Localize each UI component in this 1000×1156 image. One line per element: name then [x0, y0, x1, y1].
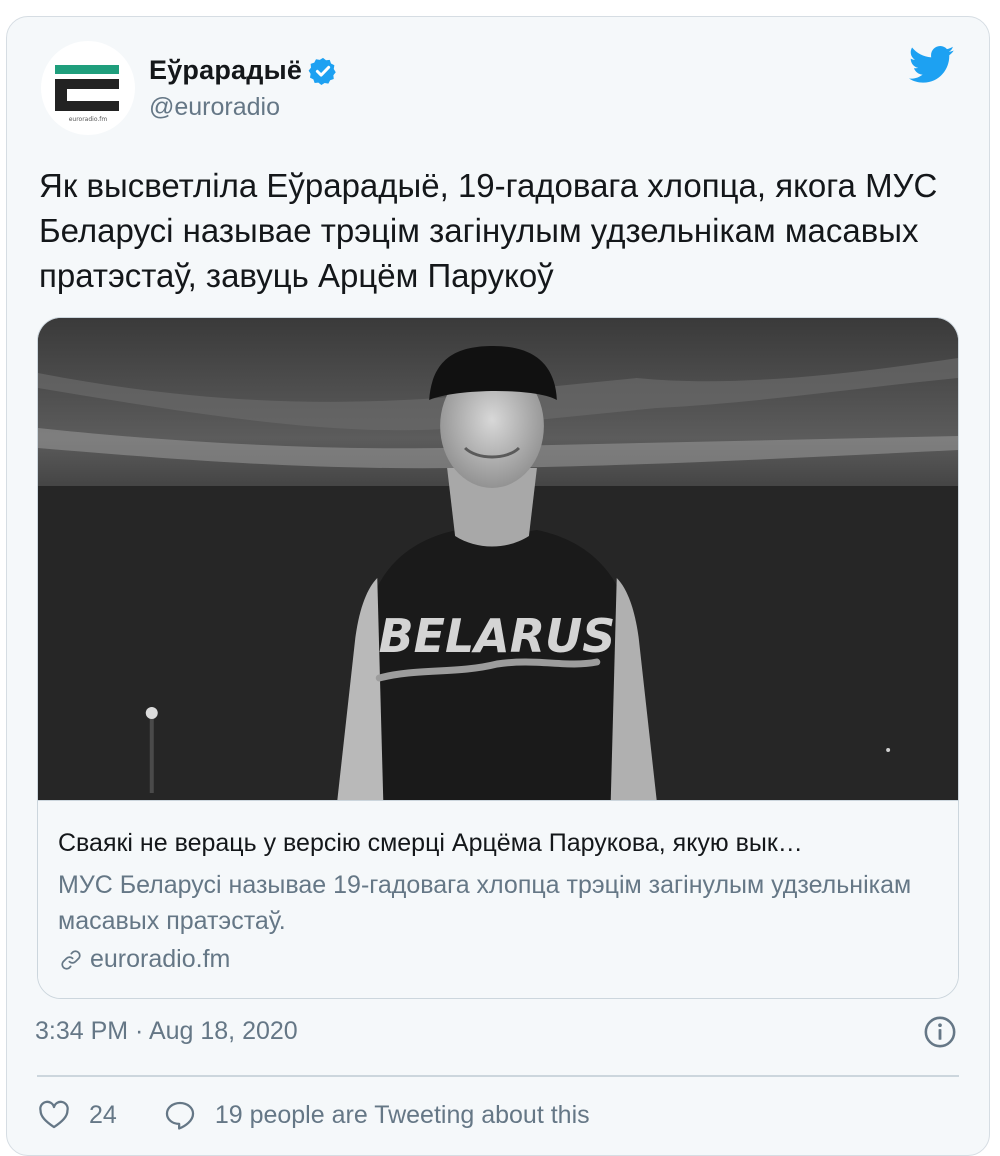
- tweet-timestamp[interactable]: 3:34 PM · Aug 18, 2020: [35, 1017, 298, 1046]
- author-name-row[interactable]: Еўрарадыё: [149, 55, 338, 86]
- card-title[interactable]: Сваякі не вераць у версію смерці Арцёма …: [58, 829, 938, 858]
- card-image[interactable]: BELARUS: [38, 318, 958, 800]
- tweet-actions: 24 19 people are Tweeting about this: [37, 1095, 590, 1135]
- speech-bubble-icon[interactable]: [163, 1098, 197, 1132]
- conversation-link[interactable]: 19 people are Tweeting about this: [163, 1098, 590, 1132]
- author-handle[interactable]: @euroradio: [149, 93, 280, 122]
- conversation-text[interactable]: 19 people are Tweeting about this: [215, 1101, 590, 1130]
- card-domain[interactable]: euroradio.fm: [90, 945, 230, 974]
- link-icon: [61, 949, 81, 970]
- divider: [37, 1075, 959, 1077]
- tweet-text: Як высветліла Еўрарадыё, 19-гадовага хло…: [39, 167, 938, 294]
- like-count[interactable]: 24: [89, 1101, 117, 1130]
- avatar-caption: euroradio.fm: [69, 116, 108, 123]
- link-card[interactable]: BELARUS Сваякі не вераць у версію смерці…: [37, 317, 959, 999]
- heart-icon[interactable]: [37, 1098, 71, 1132]
- card-description: МУС Беларусі называе 19-гадовага хлопца …: [58, 871, 912, 935]
- card-image-shirt-text: BELARUS: [379, 609, 616, 663]
- like-button[interactable]: 24: [37, 1098, 117, 1132]
- avatar[interactable]: euroradio.fm: [41, 41, 135, 135]
- verified-badge-icon: [308, 57, 336, 85]
- card-domain-link[interactable]: euroradio.fm: [58, 945, 230, 974]
- author-display-name[interactable]: Еўрарадыё: [149, 55, 302, 86]
- info-icon[interactable]: [923, 1015, 957, 1049]
- twitter-bird-icon[interactable]: [909, 45, 955, 85]
- tweet-embed[interactable]: euroradio.fm Еўрарадыё @euroradio Як выс…: [6, 16, 990, 1156]
- card-body[interactable]: Сваякі не вераць у версію смерці Арцёма …: [38, 800, 958, 998]
